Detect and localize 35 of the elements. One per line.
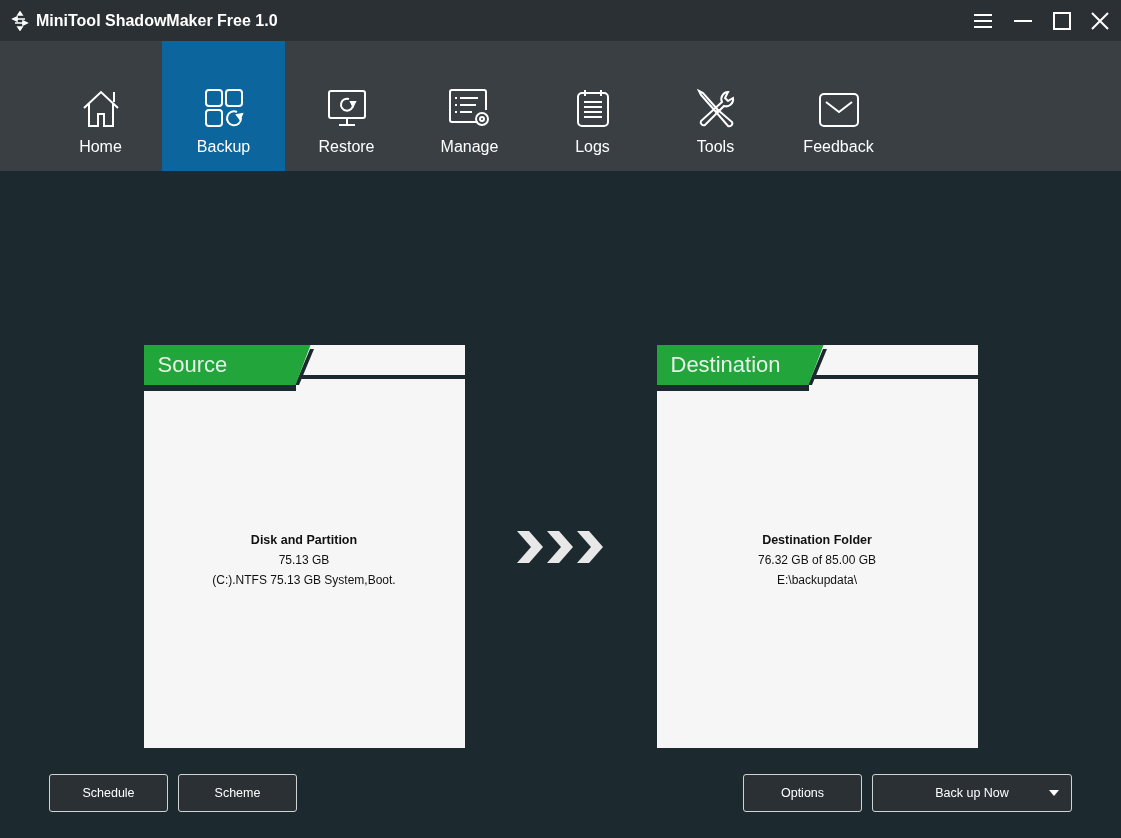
- footer-button[interactable]: Scheme: [178, 774, 297, 812]
- backup-card[interactable]: Destination Destination Folder 76.32 GB of 85.00 GB E:\backupdata\: [656, 345, 978, 748]
- card-heading: Source: [143, 345, 311, 385]
- card-detail: E:\backupdata\: [776, 572, 858, 587]
- card-heading: Destination: [656, 345, 824, 385]
- logo-icon: [10, 10, 30, 31]
- backup-now-button[interactable]: Back up Now: [872, 774, 1072, 812]
- nav-tab[interactable]: Tools: [654, 41, 777, 171]
- nav-tab[interactable]: Feedback: [777, 41, 900, 171]
- card-size: 75.13 GB: [278, 552, 330, 567]
- window-title: MiniTool ShadowMaker Free 1.0: [36, 11, 278, 30]
- envelope-icon: [817, 92, 860, 128]
- card-title: Destination Folder: [762, 532, 872, 547]
- nav-tab[interactable]: Restore: [285, 41, 408, 171]
- nav-tab[interactable]: Home: [39, 41, 162, 171]
- close-icon[interactable]: [1091, 11, 1109, 30]
- backup-card[interactable]: Source Disk and Partition 75.13 GB (C:).NTFS 75.13 GB System,Boot.: [143, 345, 465, 748]
- card-detail: (C:).NTFS 75.13 GB System,Boot.: [212, 572, 396, 587]
- grid-icon: [203, 88, 244, 128]
- tools-icon: [695, 88, 736, 128]
- menu-icon[interactable]: [973, 12, 993, 29]
- monitor-icon: [326, 88, 367, 128]
- list-gear-icon: [447, 88, 492, 128]
- maximize-icon[interactable]: [1053, 11, 1071, 30]
- card-title: Disk and Partition: [250, 532, 358, 547]
- notepad-icon: [575, 88, 610, 128]
- nav-tab[interactable]: Logs: [531, 41, 654, 171]
- options-button[interactable]: Options: [743, 774, 862, 812]
- caret-icon: [1049, 790, 1059, 796]
- footer-button[interactable]: Schedule: [49, 774, 168, 812]
- nav-tab[interactable]: Manage: [408, 41, 531, 171]
- card-size: 76.32 GB of 85.00 GB: [757, 552, 877, 567]
- chevrons-icon: [516, 530, 605, 563]
- nav-tab[interactable]: Backup: [162, 41, 285, 171]
- minimize-icon[interactable]: [1013, 18, 1033, 23]
